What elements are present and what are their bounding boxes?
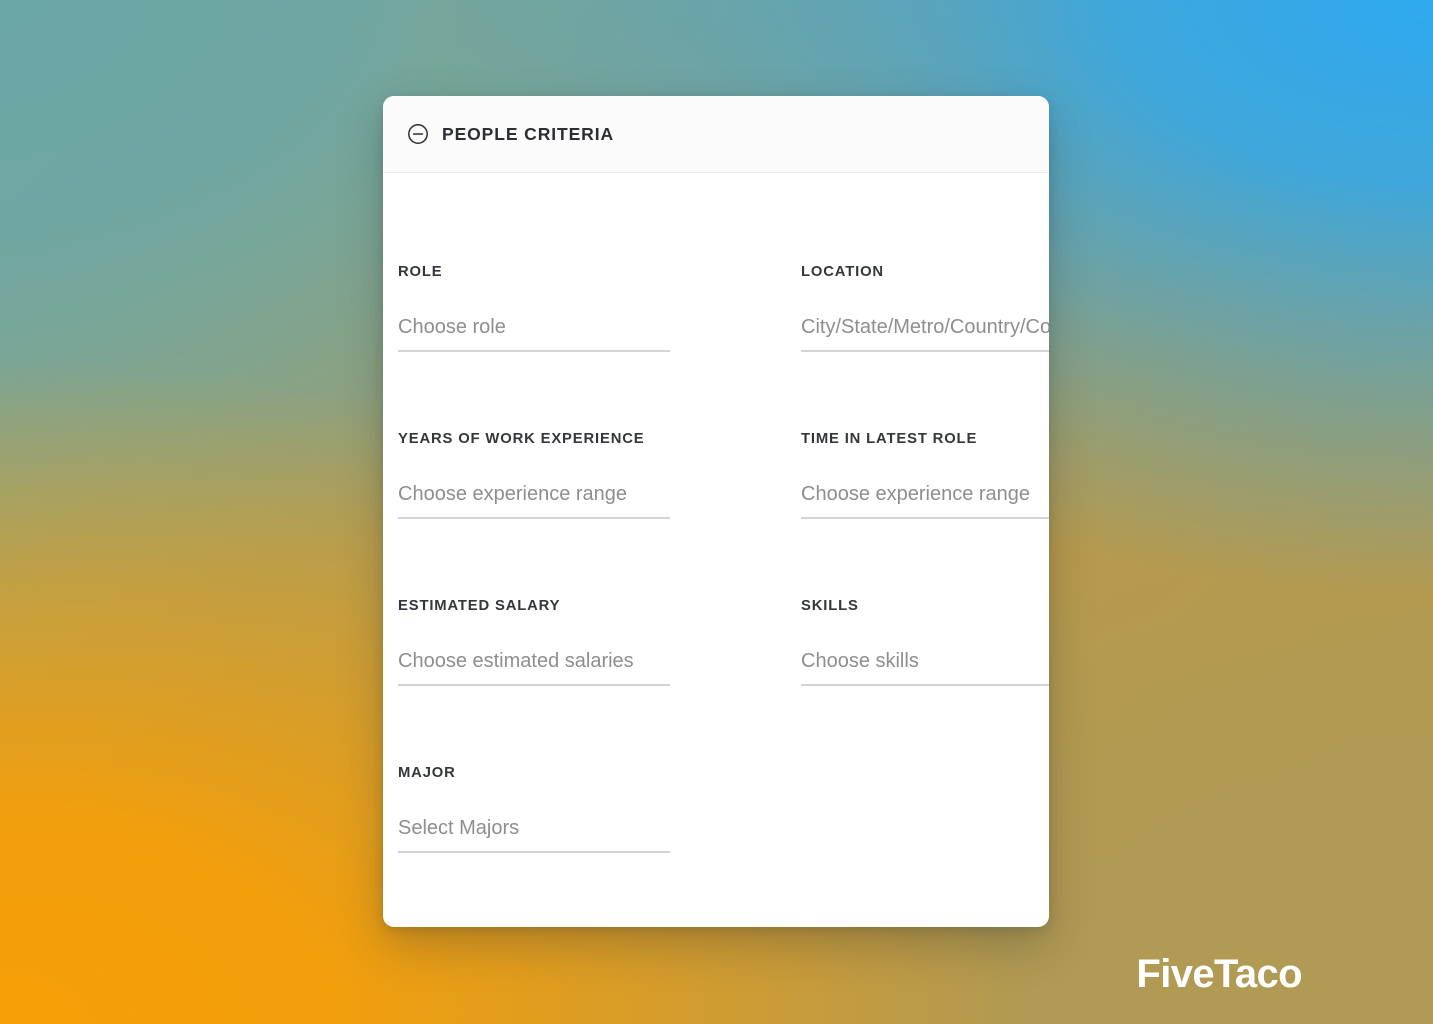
field-major: MAJOR Select Majors (398, 766, 801, 927)
field-role: ROLE Choose role (398, 265, 801, 432)
field-location: LOCATION City/State/Metro/Country/Contin… (801, 265, 1049, 432)
people-criteria-card: PEOPLE CRITERIA ROLE Choose role LOCATIO… (383, 96, 1049, 927)
circle-minus-icon[interactable] (407, 123, 429, 145)
card-header: PEOPLE CRITERIA (383, 96, 1049, 173)
major-select[interactable]: Select Majors (398, 816, 670, 853)
field-label-role: ROLE (398, 264, 443, 280)
time-in-latest-role-placeholder: Choose experience range (801, 482, 1031, 505)
field-label-location: LOCATION (801, 264, 884, 280)
field-estimated-salary: ESTIMATED SALARY Choose estimated salari… (398, 599, 801, 766)
years-of-work-experience-select[interactable]: Choose experience range (398, 482, 670, 519)
field-label-estimated-salary: ESTIMATED SALARY (398, 598, 561, 614)
estimated-salary-placeholder: Choose estimated salaries (398, 649, 634, 672)
criteria-form: ROLE Choose role LOCATION City/State/Met… (383, 173, 1049, 927)
skills-select[interactable]: Choose skills (801, 649, 1049, 686)
years-of-work-experience-placeholder: Choose experience range (398, 482, 628, 505)
page-title: PEOPLE CRITERIA (442, 123, 614, 144)
time-in-latest-role-select[interactable]: Choose experience range (801, 482, 1049, 519)
criteria-field-grid: ROLE Choose role LOCATION City/State/Met… (383, 265, 1049, 927)
location-select[interactable]: City/State/Metro/Country/Continent (801, 315, 1049, 352)
major-placeholder: Select Majors (398, 816, 520, 839)
field-skills: SKILLS Choose skills (801, 599, 1049, 766)
field-years-of-work-experience: YEARS OF WORK EXPERIENCE Choose experien… (398, 432, 801, 599)
estimated-salary-select[interactable]: Choose estimated salaries (398, 649, 670, 686)
fivetaco-watermark: FiveTaco (1136, 952, 1302, 996)
field-label-skills: SKILLS (801, 598, 859, 614)
skills-placeholder: Choose skills (801, 649, 919, 672)
role-select[interactable]: Choose role (398, 315, 670, 352)
field-label-major: MAJOR (398, 765, 456, 781)
role-placeholder: Choose role (398, 315, 506, 338)
field-time-in-latest-role: TIME IN LATEST ROLE Choose experience ra… (801, 432, 1049, 599)
field-label-time-in-latest-role: TIME IN LATEST ROLE (801, 431, 978, 447)
field-label-years-of-work-experience: YEARS OF WORK EXPERIENCE (398, 431, 645, 447)
location-placeholder: City/State/Metro/Country/Continent (801, 315, 1049, 338)
